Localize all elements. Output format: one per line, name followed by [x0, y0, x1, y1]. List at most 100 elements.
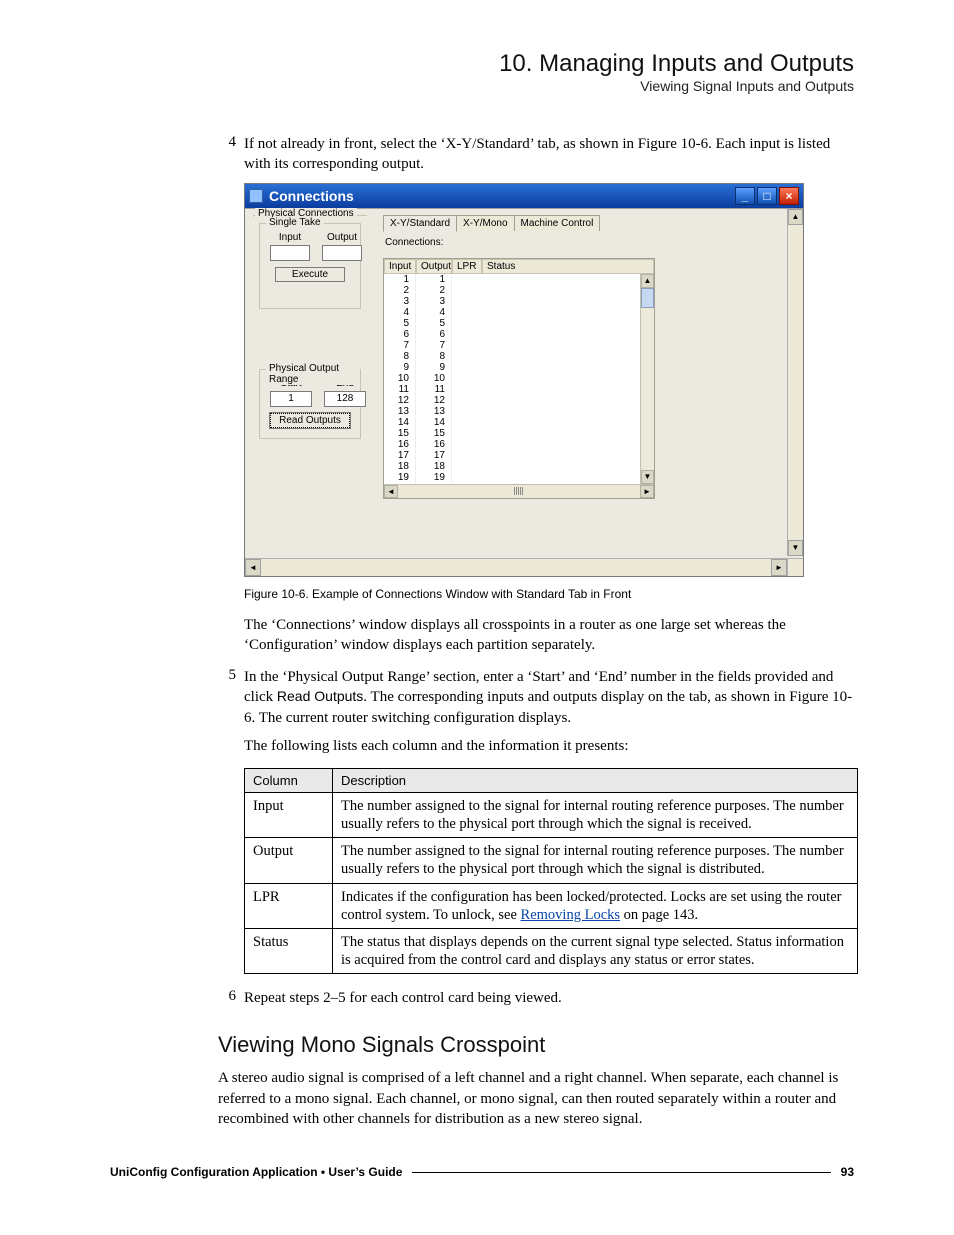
- output-label: Output: [327, 232, 357, 243]
- paragraph: The following lists each column and the …: [244, 736, 854, 756]
- connections-table: Input Output LPR Status 1234567891011121…: [383, 258, 655, 499]
- scroll-right-icon[interactable]: ►: [771, 559, 787, 576]
- table-cell: 12: [416, 395, 451, 406]
- heading-viewing-mono: Viewing Mono Signals Crosspoint: [218, 1032, 854, 1058]
- minimize-button[interactable]: _: [735, 187, 755, 205]
- step-5: 5 In the ‘Physical Output Range’ section…: [110, 667, 854, 728]
- app-icon: [249, 189, 263, 203]
- column-description-table: Column Description Input The number assi…: [244, 768, 858, 974]
- scroll-thumb[interactable]: [641, 288, 654, 308]
- table-cell: 8: [416, 351, 451, 362]
- table-cell: 13: [384, 406, 415, 417]
- scroll-right-icon[interactable]: ►: [640, 485, 654, 498]
- tab-machine-control[interactable]: Machine Control: [514, 215, 601, 231]
- table-cell: 5: [384, 318, 415, 329]
- paragraph: The ‘Connections’ window displays all cr…: [244, 615, 854, 656]
- window-scrollbar-horizontal[interactable]: ◄ ►: [245, 558, 787, 576]
- paragraph: A stereo audio signal is comprised of a …: [218, 1068, 854, 1129]
- table-cell: 11: [384, 384, 415, 395]
- table-cell: 19: [384, 472, 415, 483]
- resize-grip-icon[interactable]: [787, 558, 803, 576]
- step-6: 6 Repeat steps 2–5 for each control card…: [110, 988, 854, 1008]
- group-physical-output-range: Physical Output Range Start 1 End 128: [259, 369, 361, 439]
- scroll-down-icon[interactable]: ▼: [788, 540, 803, 556]
- table-cell: 4: [416, 307, 451, 318]
- table-cell: 5: [416, 318, 451, 329]
- table-column-output: 1234567891011121314151617181920: [416, 274, 452, 484]
- scroll-left-icon[interactable]: ◄: [245, 559, 261, 576]
- table-cell: 7: [384, 340, 415, 351]
- table-cell: 16: [416, 439, 451, 450]
- col-input[interactable]: Input: [384, 259, 416, 274]
- group-por-label: Physical Output Range: [266, 363, 360, 385]
- table-cell: 4: [384, 307, 415, 318]
- table-cell: 2: [416, 285, 451, 296]
- window-title: Connections: [269, 188, 354, 204]
- group-single-take-label: Single Take: [266, 217, 324, 228]
- table-cell: 7: [416, 340, 451, 351]
- execute-button[interactable]: Execute: [275, 267, 345, 282]
- col-status[interactable]: Status: [482, 259, 654, 274]
- input-label: Input: [279, 232, 301, 243]
- page-number: 93: [841, 1165, 854, 1179]
- step-number: 4: [218, 134, 236, 175]
- step-text: Repeat steps 2–5 for each control card b…: [244, 988, 854, 1008]
- start-field[interactable]: 1: [270, 391, 312, 407]
- table-row: Output The number assigned to the signal…: [245, 838, 858, 883]
- footer-left: UniConfig Configuration Application • Us…: [110, 1165, 402, 1179]
- scroll-up-icon[interactable]: ▲: [788, 209, 803, 225]
- close-button[interactable]: ×: [779, 187, 799, 205]
- single-take-output-field[interactable]: [322, 245, 362, 261]
- table-row: Status The status that displays depends …: [245, 928, 858, 973]
- table-cell: 11: [416, 384, 451, 395]
- step-4: 4 If not already in front, select the ‘X…: [110, 134, 854, 175]
- table-cell: 3: [384, 296, 415, 307]
- read-outputs-button[interactable]: Read Outputs: [270, 413, 350, 428]
- table-cell: 14: [416, 417, 451, 428]
- table-cell: 10: [416, 373, 451, 384]
- single-take-input-field[interactable]: [270, 245, 310, 261]
- end-field[interactable]: 128: [324, 391, 366, 407]
- table-cell: 12: [384, 395, 415, 406]
- table-cell: 1: [384, 274, 415, 285]
- scroll-left-icon[interactable]: ◄: [384, 485, 398, 498]
- scroll-up-icon[interactable]: ▲: [641, 274, 654, 288]
- table-column-input: 1234567891011121314151617181920: [384, 274, 416, 484]
- table-row: LPR Indicates if the configuration has b…: [245, 883, 858, 928]
- table-cell: 16: [384, 439, 415, 450]
- table-cell: 1: [416, 274, 451, 285]
- table-cell: 6: [416, 329, 451, 340]
- titlebar: Connections _ □ ×: [245, 184, 803, 208]
- col-lpr[interactable]: LPR: [452, 259, 482, 274]
- table-scrollbar-horizontal[interactable]: ◄ ►: [384, 484, 654, 498]
- table-cell: 13: [416, 406, 451, 417]
- page-footer: UniConfig Configuration Application • Us…: [110, 1165, 854, 1179]
- table-cell: 9: [384, 362, 415, 373]
- chapter-title: 10. Managing Inputs and Outputs: [110, 50, 854, 78]
- table-cell: 18: [384, 461, 415, 472]
- tab-xy-mono[interactable]: X-Y/Mono: [456, 215, 514, 231]
- table-cell: 8: [384, 351, 415, 362]
- table-cell: 14: [384, 417, 415, 428]
- table-head-column: Column: [245, 769, 333, 793]
- table-cell: 10: [384, 373, 415, 384]
- table-scrollbar-vertical[interactable]: ▲ ▼: [640, 274, 654, 484]
- figure-caption: Figure 10-6. Example of Connections Wind…: [244, 587, 854, 601]
- section-subtitle: Viewing Signal Inputs and Outputs: [110, 78, 854, 94]
- table-cell: 19: [416, 472, 451, 483]
- scroll-down-icon[interactable]: ▼: [641, 470, 654, 484]
- step-text: If not already in front, select the ‘X-Y…: [244, 134, 854, 175]
- window-scrollbar-vertical[interactable]: ▲ ▼: [787, 209, 803, 556]
- tab-xy-standard[interactable]: X-Y/Standard: [383, 215, 457, 232]
- maximize-button[interactable]: □: [757, 187, 777, 205]
- table-cell: 20: [416, 483, 451, 484]
- table-row: Input The number assigned to the signal …: [245, 793, 858, 838]
- table-cell: 2: [384, 285, 415, 296]
- table-cell: 15: [416, 428, 451, 439]
- table-cell: 3: [416, 296, 451, 307]
- step-number: 6: [218, 988, 236, 1008]
- connections-label: Connections:: [385, 237, 797, 248]
- removing-locks-link[interactable]: Removing Locks: [521, 907, 620, 923]
- read-outputs-inline: Read Outputs: [277, 688, 363, 704]
- col-output[interactable]: Output: [416, 259, 452, 274]
